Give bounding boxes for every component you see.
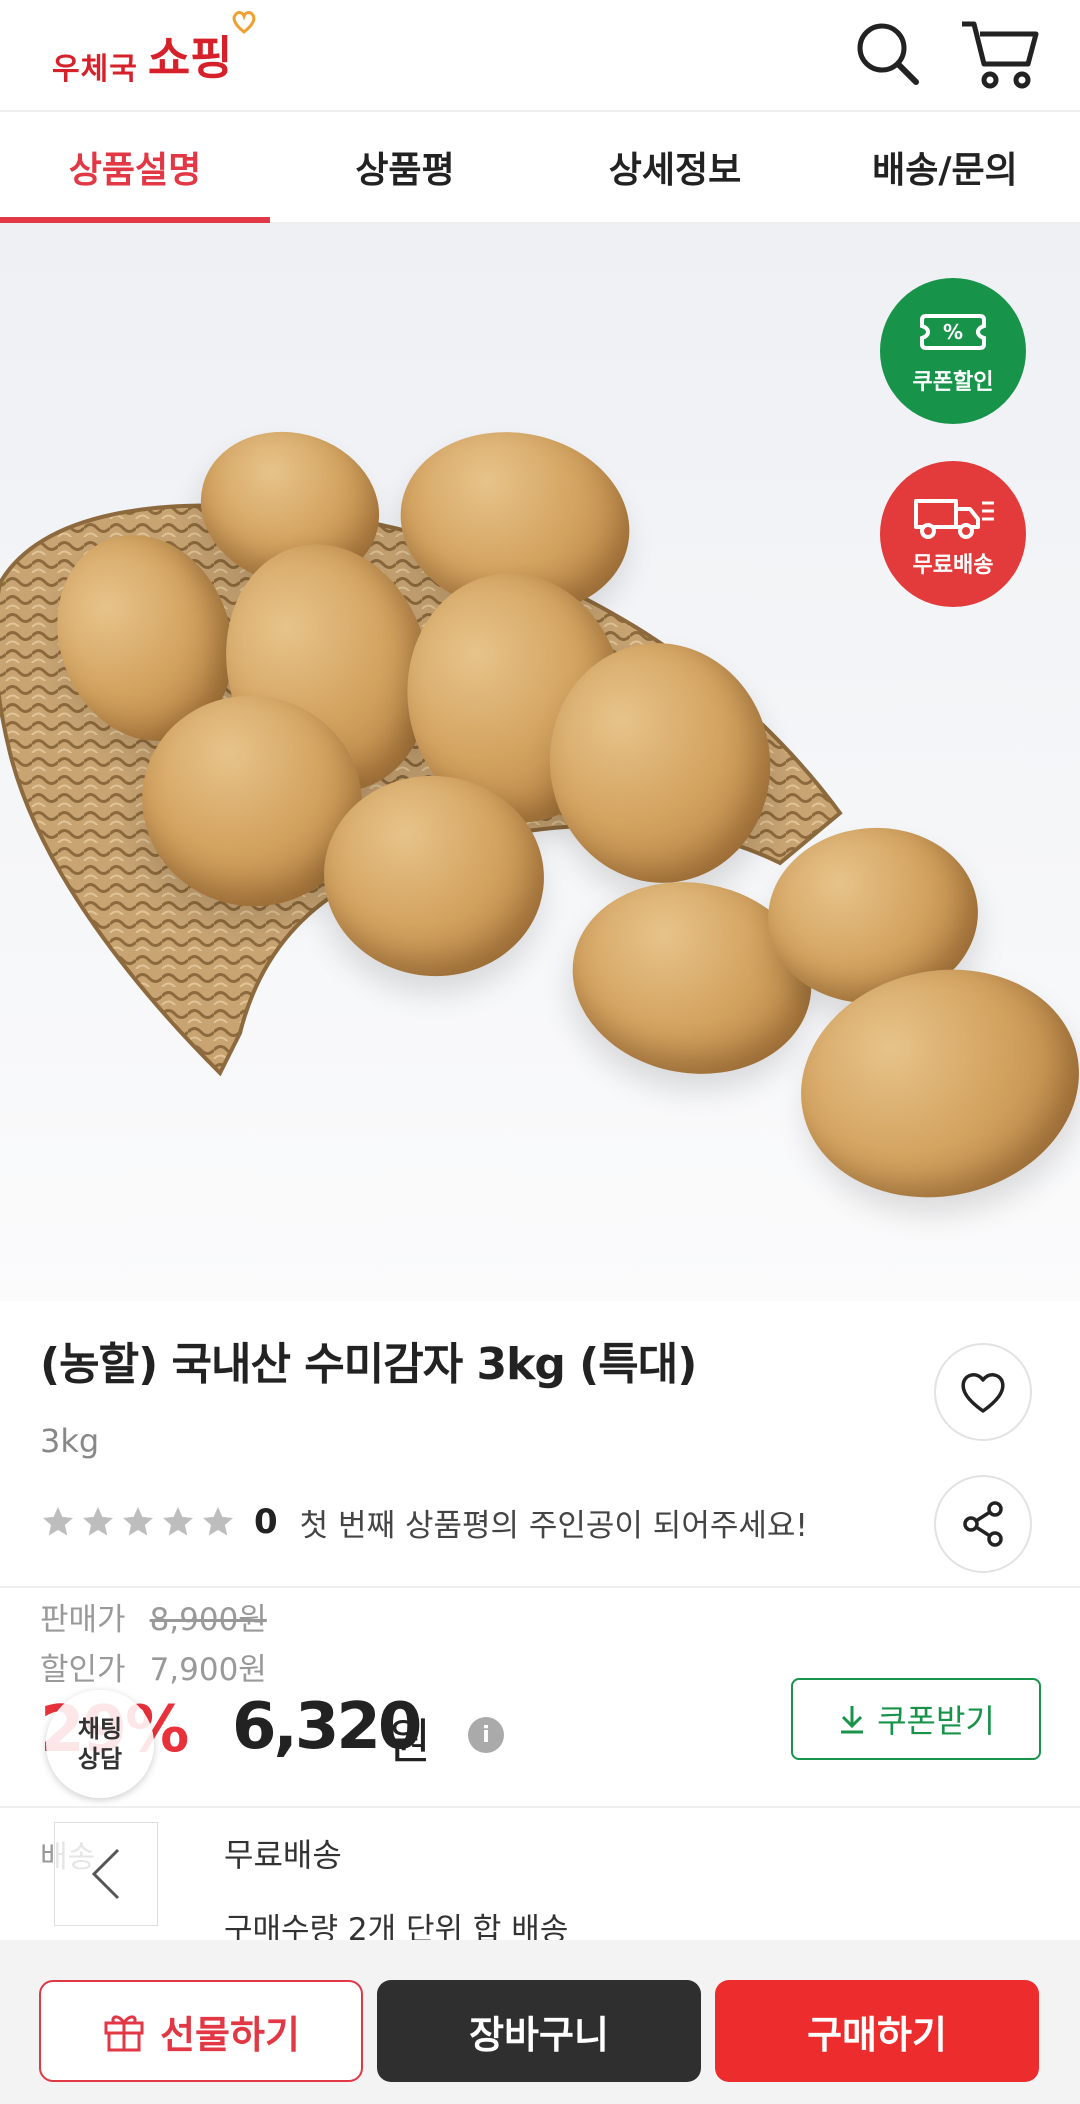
divider bbox=[0, 1806, 1080, 1808]
gift-button-label: 선물하기 bbox=[160, 2012, 300, 2057]
wishlist-button[interactable] bbox=[934, 1343, 1032, 1441]
chat-label-line2: 상담 bbox=[77, 1745, 123, 1773]
logo-small-text: 우체국 bbox=[52, 52, 138, 87]
svg-text:%: % bbox=[943, 320, 963, 344]
search-button[interactable] bbox=[852, 18, 922, 88]
product-title: (농할) 국내산 수미감자 3kg (특대) bbox=[40, 1339, 697, 1390]
gift-icon bbox=[104, 2015, 144, 2052]
logo-big-text: 쇼핑 bbox=[147, 11, 256, 88]
tab-description[interactable]: 상품설명 bbox=[0, 112, 270, 223]
chat-consult-button[interactable]: 채팅 상담 bbox=[46, 1690, 154, 1798]
star-icon bbox=[43, 1507, 73, 1536]
coupon-icon: % bbox=[920, 314, 986, 350]
logo[interactable]: 우체국 쇼핑 bbox=[52, 11, 256, 88]
product-image[interactable]: % 쿠폰할인 무료배송 bbox=[0, 223, 1080, 1301]
rating-row[interactable]: 0 첫 번째 상품평의 주인공이 되어주세요! bbox=[40, 1500, 808, 1544]
search-icon bbox=[857, 23, 919, 85]
heart-icon bbox=[961, 1373, 1005, 1413]
divider bbox=[0, 1586, 1080, 1588]
product-tabs: 상품설명 상품평 상세정보 배송/문의 bbox=[0, 112, 1080, 223]
star-icon bbox=[203, 1507, 233, 1536]
rating-prompt-text: 첫 번째 상품평의 주인공이 되어주세요! bbox=[299, 1507, 808, 1544]
star-icon bbox=[83, 1507, 113, 1536]
original-price-row: 판매가 8,900원 bbox=[40, 1594, 267, 1639]
add-to-cart-button[interactable]: 장바구니 bbox=[377, 1980, 701, 2082]
price-info-icon[interactable]: i bbox=[468, 1717, 504, 1753]
star-icon bbox=[123, 1507, 153, 1536]
app-header: 우체국 쇼핑 bbox=[0, 0, 1080, 112]
chat-label-line1: 채팅 bbox=[77, 1715, 123, 1743]
chevron-left-icon bbox=[91, 1848, 120, 1900]
discount-price-row: 할인가 7,900원 bbox=[40, 1644, 267, 1689]
final-price-unit: 원 bbox=[387, 1714, 432, 1770]
free-shipping-badge[interactable]: 무료배송 bbox=[880, 461, 1026, 607]
download-icon bbox=[841, 1706, 864, 1734]
star-icon bbox=[163, 1507, 193, 1536]
share-button[interactable] bbox=[934, 1475, 1032, 1573]
original-price: 8,900원 bbox=[149, 1602, 267, 1638]
coupon-discount-badge[interactable]: % 쿠폰할인 bbox=[880, 278, 1026, 424]
rating-count: 0 bbox=[254, 1502, 278, 1542]
coupon-button-label: 쿠폰받기 bbox=[877, 1702, 995, 1740]
product-option: 3kg bbox=[40, 1422, 100, 1460]
tab-details[interactable]: 상세정보 bbox=[540, 112, 810, 222]
free-shipping-badge-label: 무료배송 bbox=[912, 553, 994, 578]
logo-big-label: 쇼핑 bbox=[147, 31, 233, 85]
cart-button[interactable] bbox=[958, 16, 1040, 90]
tab-reviews[interactable]: 상품평 bbox=[270, 112, 540, 222]
download-coupon-button[interactable]: 쿠폰받기 bbox=[791, 1678, 1041, 1760]
discount-price-label: 할인가 bbox=[40, 1652, 126, 1688]
back-button[interactable] bbox=[54, 1822, 158, 1926]
discount-price: 7,900원 bbox=[149, 1652, 267, 1688]
original-price-label: 판매가 bbox=[40, 1602, 126, 1638]
tab-shipping-inquiry[interactable]: 배송/문의 bbox=[810, 112, 1080, 222]
cart-icon bbox=[962, 21, 1039, 89]
heart-logo-icon bbox=[233, 11, 256, 34]
shipping-value: 무료배송 bbox=[224, 1836, 342, 1874]
gift-button[interactable]: 선물하기 bbox=[39, 1980, 363, 2082]
truck-icon bbox=[914, 499, 994, 539]
buy-now-button[interactable]: 구매하기 bbox=[715, 1980, 1039, 2082]
coupon-badge-label: 쿠폰할인 bbox=[912, 370, 994, 395]
share-icon bbox=[963, 1501, 1003, 1547]
